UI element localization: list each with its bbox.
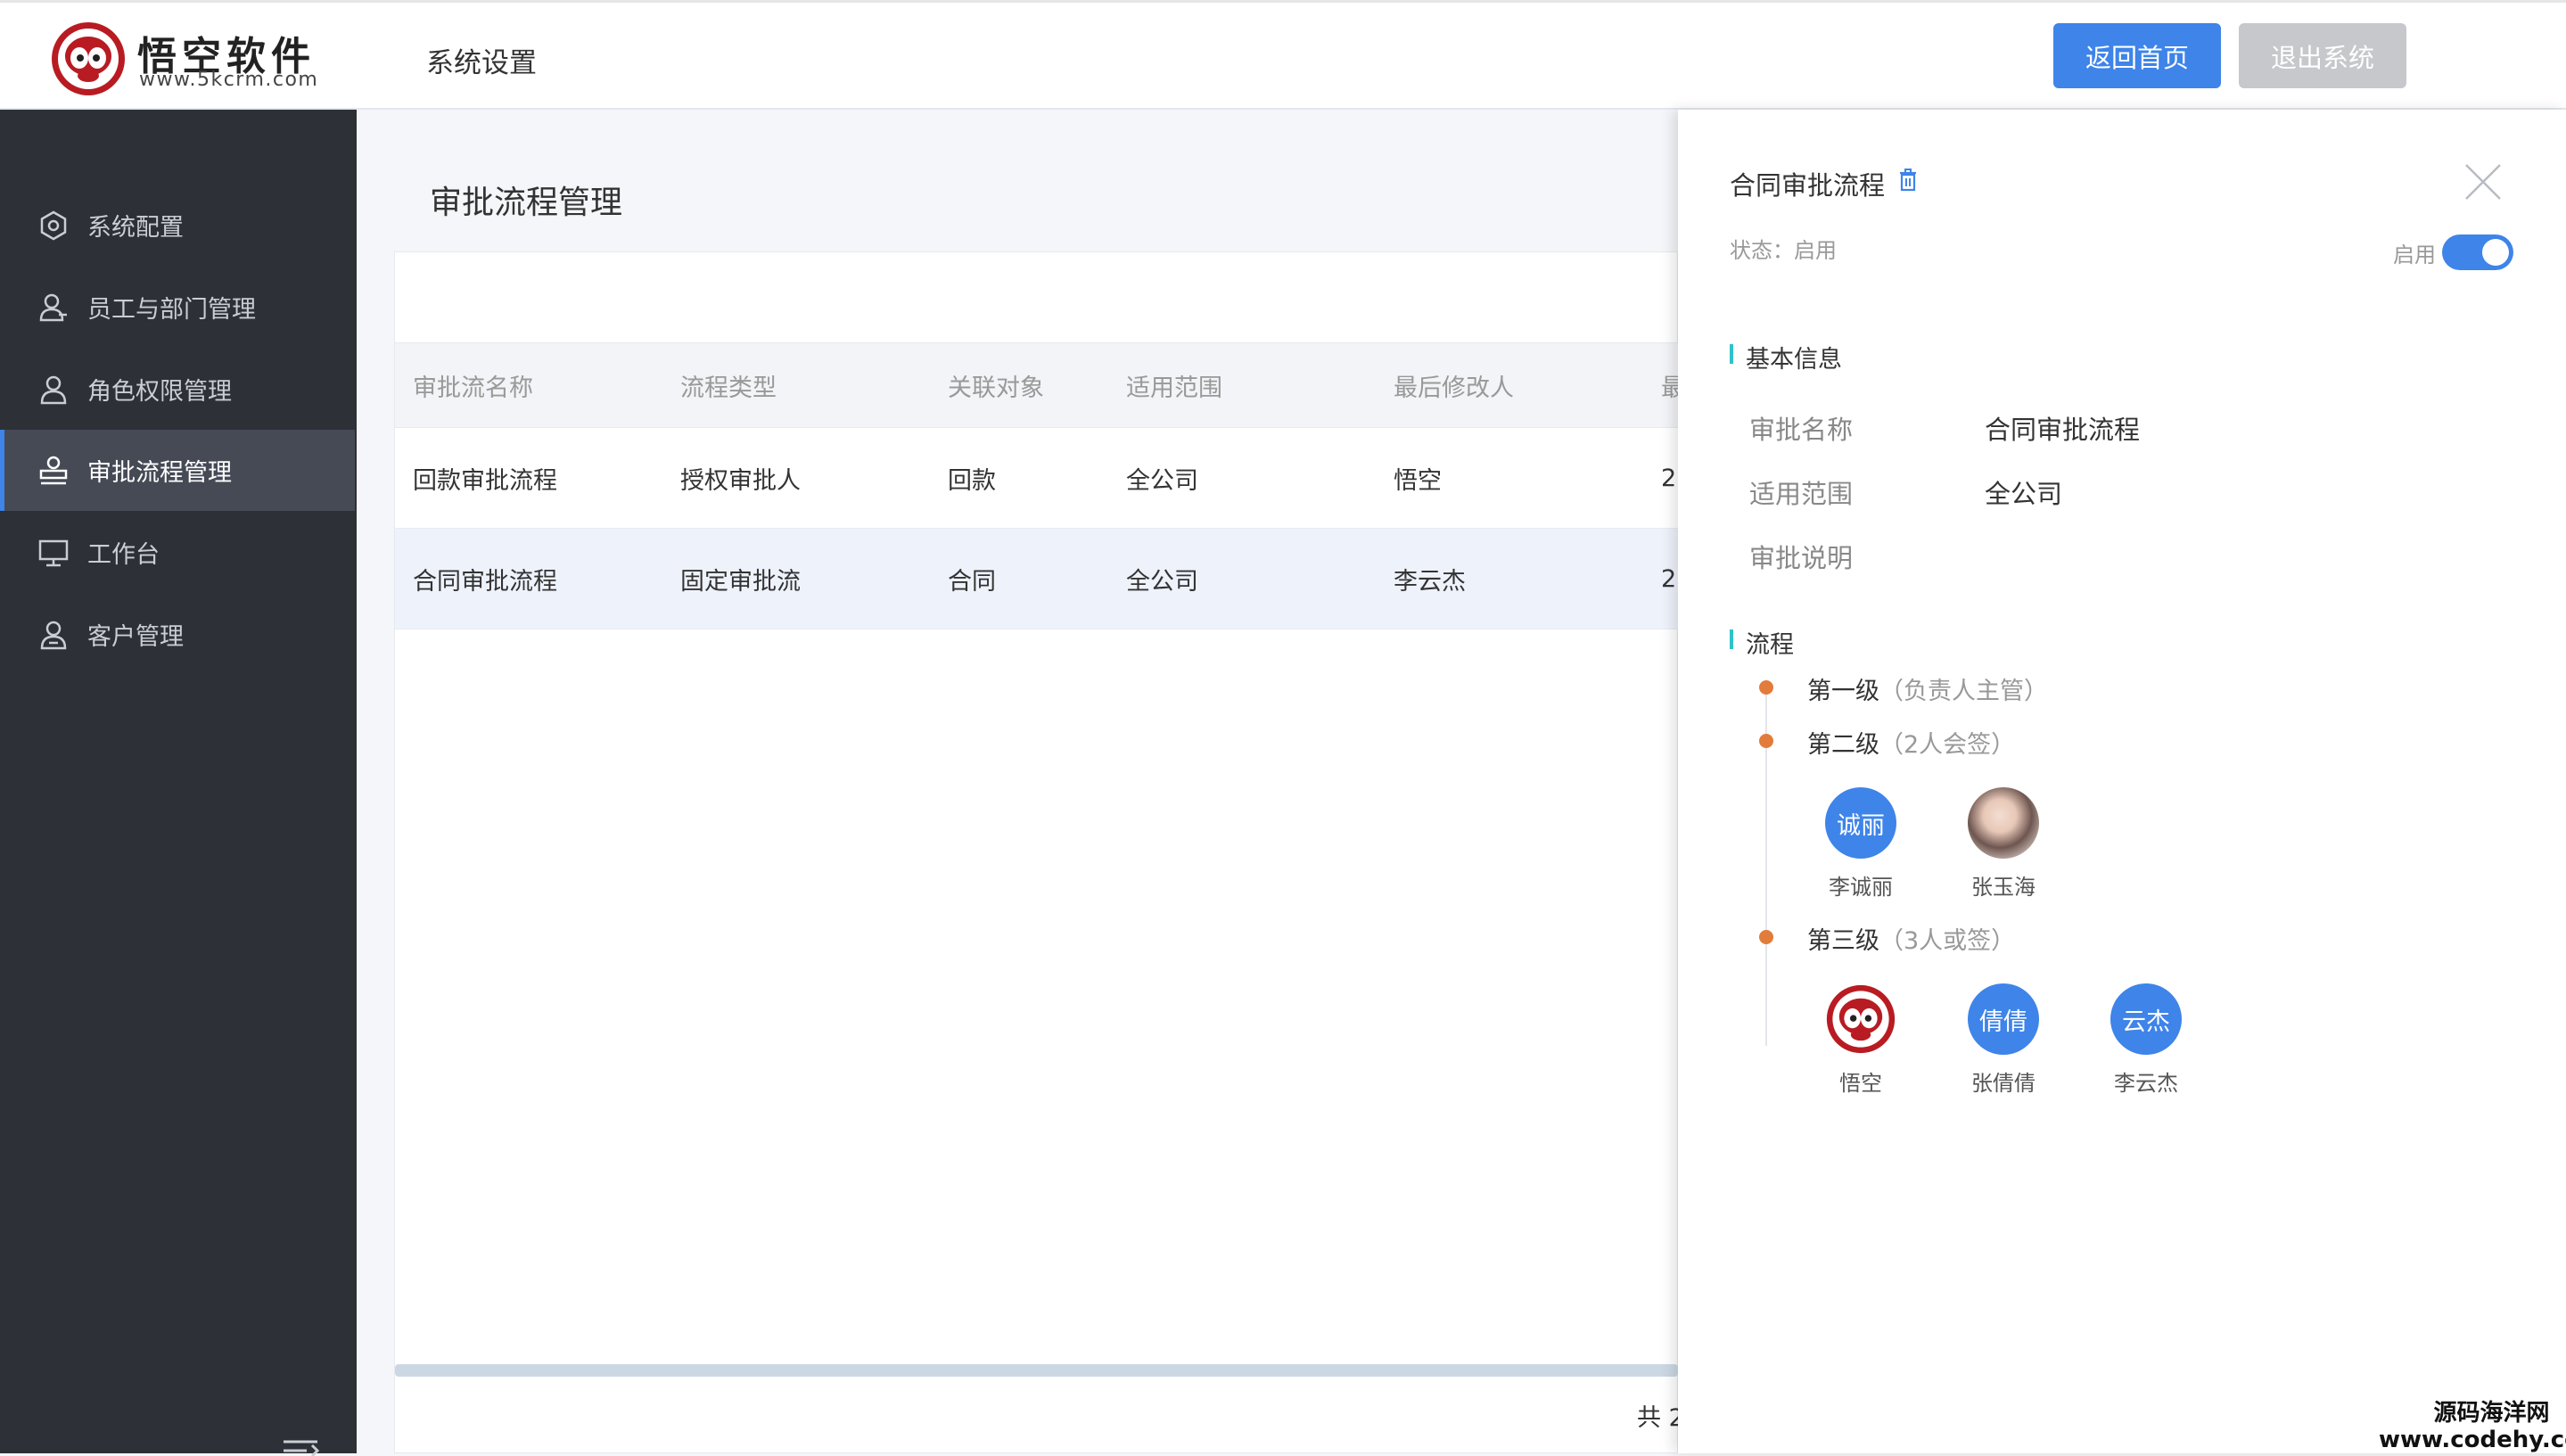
table-cell: 李云杰 (1394, 567, 1466, 596)
status-text: 状态：启用 (1730, 238, 1837, 263)
sidebar-item-customers[interactable]: 客户管理 (0, 594, 355, 675)
timeline-dot (1759, 680, 1773, 695)
table-cell: 合同 (948, 567, 996, 596)
column-header[interactable]: 适用范围 (1126, 343, 1222, 427)
users-icon (39, 293, 67, 321)
sidebar-item-roles[interactable]: 角色权限管理 (0, 349, 355, 430)
avatar: 倩倩 (1968, 983, 2039, 1055)
column-header[interactable]: 审批流名称 (413, 343, 533, 427)
detail-drawer: 合同审批流程 状态：启用 启用 基本信息 审批名称 合同审批流程 适用范围 全公… (1678, 110, 2566, 1453)
collapse-menu-icon[interactable] (282, 1438, 321, 1456)
sidebar-item-label: 角色权限管理 (87, 378, 232, 406)
logo[interactable]: 悟空软件 www.5kcrm.com (50, 21, 326, 95)
sidebar-item-approval[interactable]: 审批流程管理 (0, 430, 355, 511)
monitor-icon (38, 539, 69, 566)
level-1: 第一级（负责人主管） (1807, 671, 2048, 706)
avatar-photo (1968, 787, 2039, 859)
enable-toggle[interactable] (2442, 234, 2513, 270)
field-label: 审批说明 (1749, 543, 1854, 573)
table-header: 审批流名称 流程类型 关联对象 适用范围 最后修改人 最 (395, 342, 1685, 428)
monkey-logo-icon (1826, 984, 1896, 1054)
close-icon[interactable] (2463, 161, 2504, 202)
field-label: 审批名称 (1749, 415, 1854, 445)
watermark-line: 源码海洋网 (2433, 1400, 2550, 1427)
sidebar-item-staff[interactable]: 员工与部门管理 (0, 267, 355, 348)
hexagon-settings-icon (40, 210, 67, 240)
table-cell: 2 (1661, 464, 1677, 492)
level-detail: （负责人主管） (1879, 678, 2048, 705)
field-label: 适用范围 (1749, 479, 1854, 509)
table-cell: 回款 (948, 466, 996, 495)
field-value: 合同审批流程 (1985, 415, 2141, 445)
sidebar-item-system-config[interactable]: 系统配置 (0, 185, 355, 266)
approver[interactable]: 诚丽 李诚丽 (1807, 787, 1914, 901)
approver-name: 李诚丽 (1829, 875, 1893, 900)
avatar: 云杰 (2110, 983, 2182, 1055)
watermark-line: www.codehy.com (2379, 1427, 2566, 1453)
top-bar: 悟空软件 www.5kcrm.com 系统设置 返回首页 退出系统 (0, 0, 2566, 110)
toggle-label: 启用 (2393, 243, 2436, 267)
pagination-total: 共 2 (1637, 1404, 1684, 1432)
approver-name: 张倩倩 (1971, 1071, 2036, 1096)
approver[interactable]: 云杰 李云杰 (2093, 983, 2200, 1097)
page-title: 审批流程管理 (430, 185, 623, 221)
approver-name: 悟空 (1839, 1071, 1882, 1096)
trash-icon[interactable] (1897, 169, 1919, 192)
table-row[interactable]: 合同审批流程 固定审批流 合同 全公司 李云杰 2 (395, 529, 1678, 629)
timeline-dot (1759, 930, 1773, 944)
table-cell: 合同审批流程 (413, 567, 557, 596)
horizontal-scrollbar[interactable] (395, 1364, 1678, 1377)
approver[interactable]: 张玉海 (1950, 787, 2057, 901)
column-header[interactable]: 流程类型 (680, 343, 777, 427)
table-cell: 全公司 (1126, 466, 1198, 495)
level-detail: （3人或签） (1879, 927, 2016, 955)
user-icon (40, 375, 67, 404)
approver[interactable]: 悟空 (1807, 983, 1914, 1097)
avatar: 诚丽 (1825, 787, 1896, 859)
sidebar-item-label: 系统配置 (87, 214, 184, 242)
sidebar-item-label: 审批流程管理 (87, 459, 232, 487)
watermark: 源码海洋网 www.codehy.com (2379, 1400, 2566, 1453)
level-name: 第一级 (1807, 678, 1879, 705)
sidebar-item-label: 员工与部门管理 (87, 296, 256, 324)
stamp-icon (39, 456, 68, 484)
table-cell: 全公司 (1126, 567, 1198, 596)
table-cell: 固定审批流 (680, 567, 801, 596)
table-cell: 授权审批人 (680, 466, 801, 495)
table-cell: 2 (1661, 564, 1677, 593)
timeline-dot (1759, 734, 1773, 748)
column-header[interactable]: 最后修改人 (1394, 343, 1514, 427)
customer-icon (40, 621, 67, 649)
flow-heading: 流程 (1730, 625, 1794, 660)
drawer-title: 合同审批流程 (1730, 170, 1886, 201)
table-row[interactable]: 回款审批流程 授权审批人 回款 全公司 悟空 2 (395, 428, 1678, 529)
field-value: 全公司 (1985, 479, 2063, 509)
approver-name: 张玉海 (1971, 875, 2036, 900)
level-3: 第三级（3人或签） (1807, 921, 2015, 956)
section-title: 系统设置 (426, 47, 537, 79)
toggle-knob (2482, 239, 2509, 266)
approver[interactable]: 倩倩 张倩倩 (1950, 983, 2057, 1097)
level-name: 第三级 (1807, 927, 1879, 955)
exit-button[interactable]: 退出系统 (2239, 23, 2406, 88)
monkey-logo-icon (52, 22, 125, 95)
approval-table: 审批流名称 流程类型 关联对象 适用范围 最后修改人 最 回款审批流程 授权审批… (395, 342, 1685, 629)
sidebar: 系统配置 员工与部门管理 角色权限管理 审批流程管理 工作台 客户管理 (0, 110, 357, 1456)
level-name: 第二级 (1807, 731, 1879, 759)
column-header[interactable]: 关联对象 (948, 343, 1044, 427)
table-cell: 悟空 (1394, 466, 1442, 495)
home-button[interactable]: 返回首页 (2053, 23, 2221, 88)
sidebar-item-workbench[interactable]: 工作台 (0, 512, 355, 593)
basic-info-heading: 基本信息 (1730, 340, 1842, 374)
level-detail: （2人会签） (1879, 731, 2016, 759)
table-cell: 回款审批流程 (413, 466, 557, 495)
level-2: 第二级（2人会签） (1807, 725, 2015, 760)
approver-name: 李云杰 (2114, 1071, 2178, 1096)
sidebar-item-label: 工作台 (87, 541, 160, 569)
sidebar-item-label: 客户管理 (87, 623, 184, 651)
logo-url: www.5kcrm.com (139, 69, 319, 91)
